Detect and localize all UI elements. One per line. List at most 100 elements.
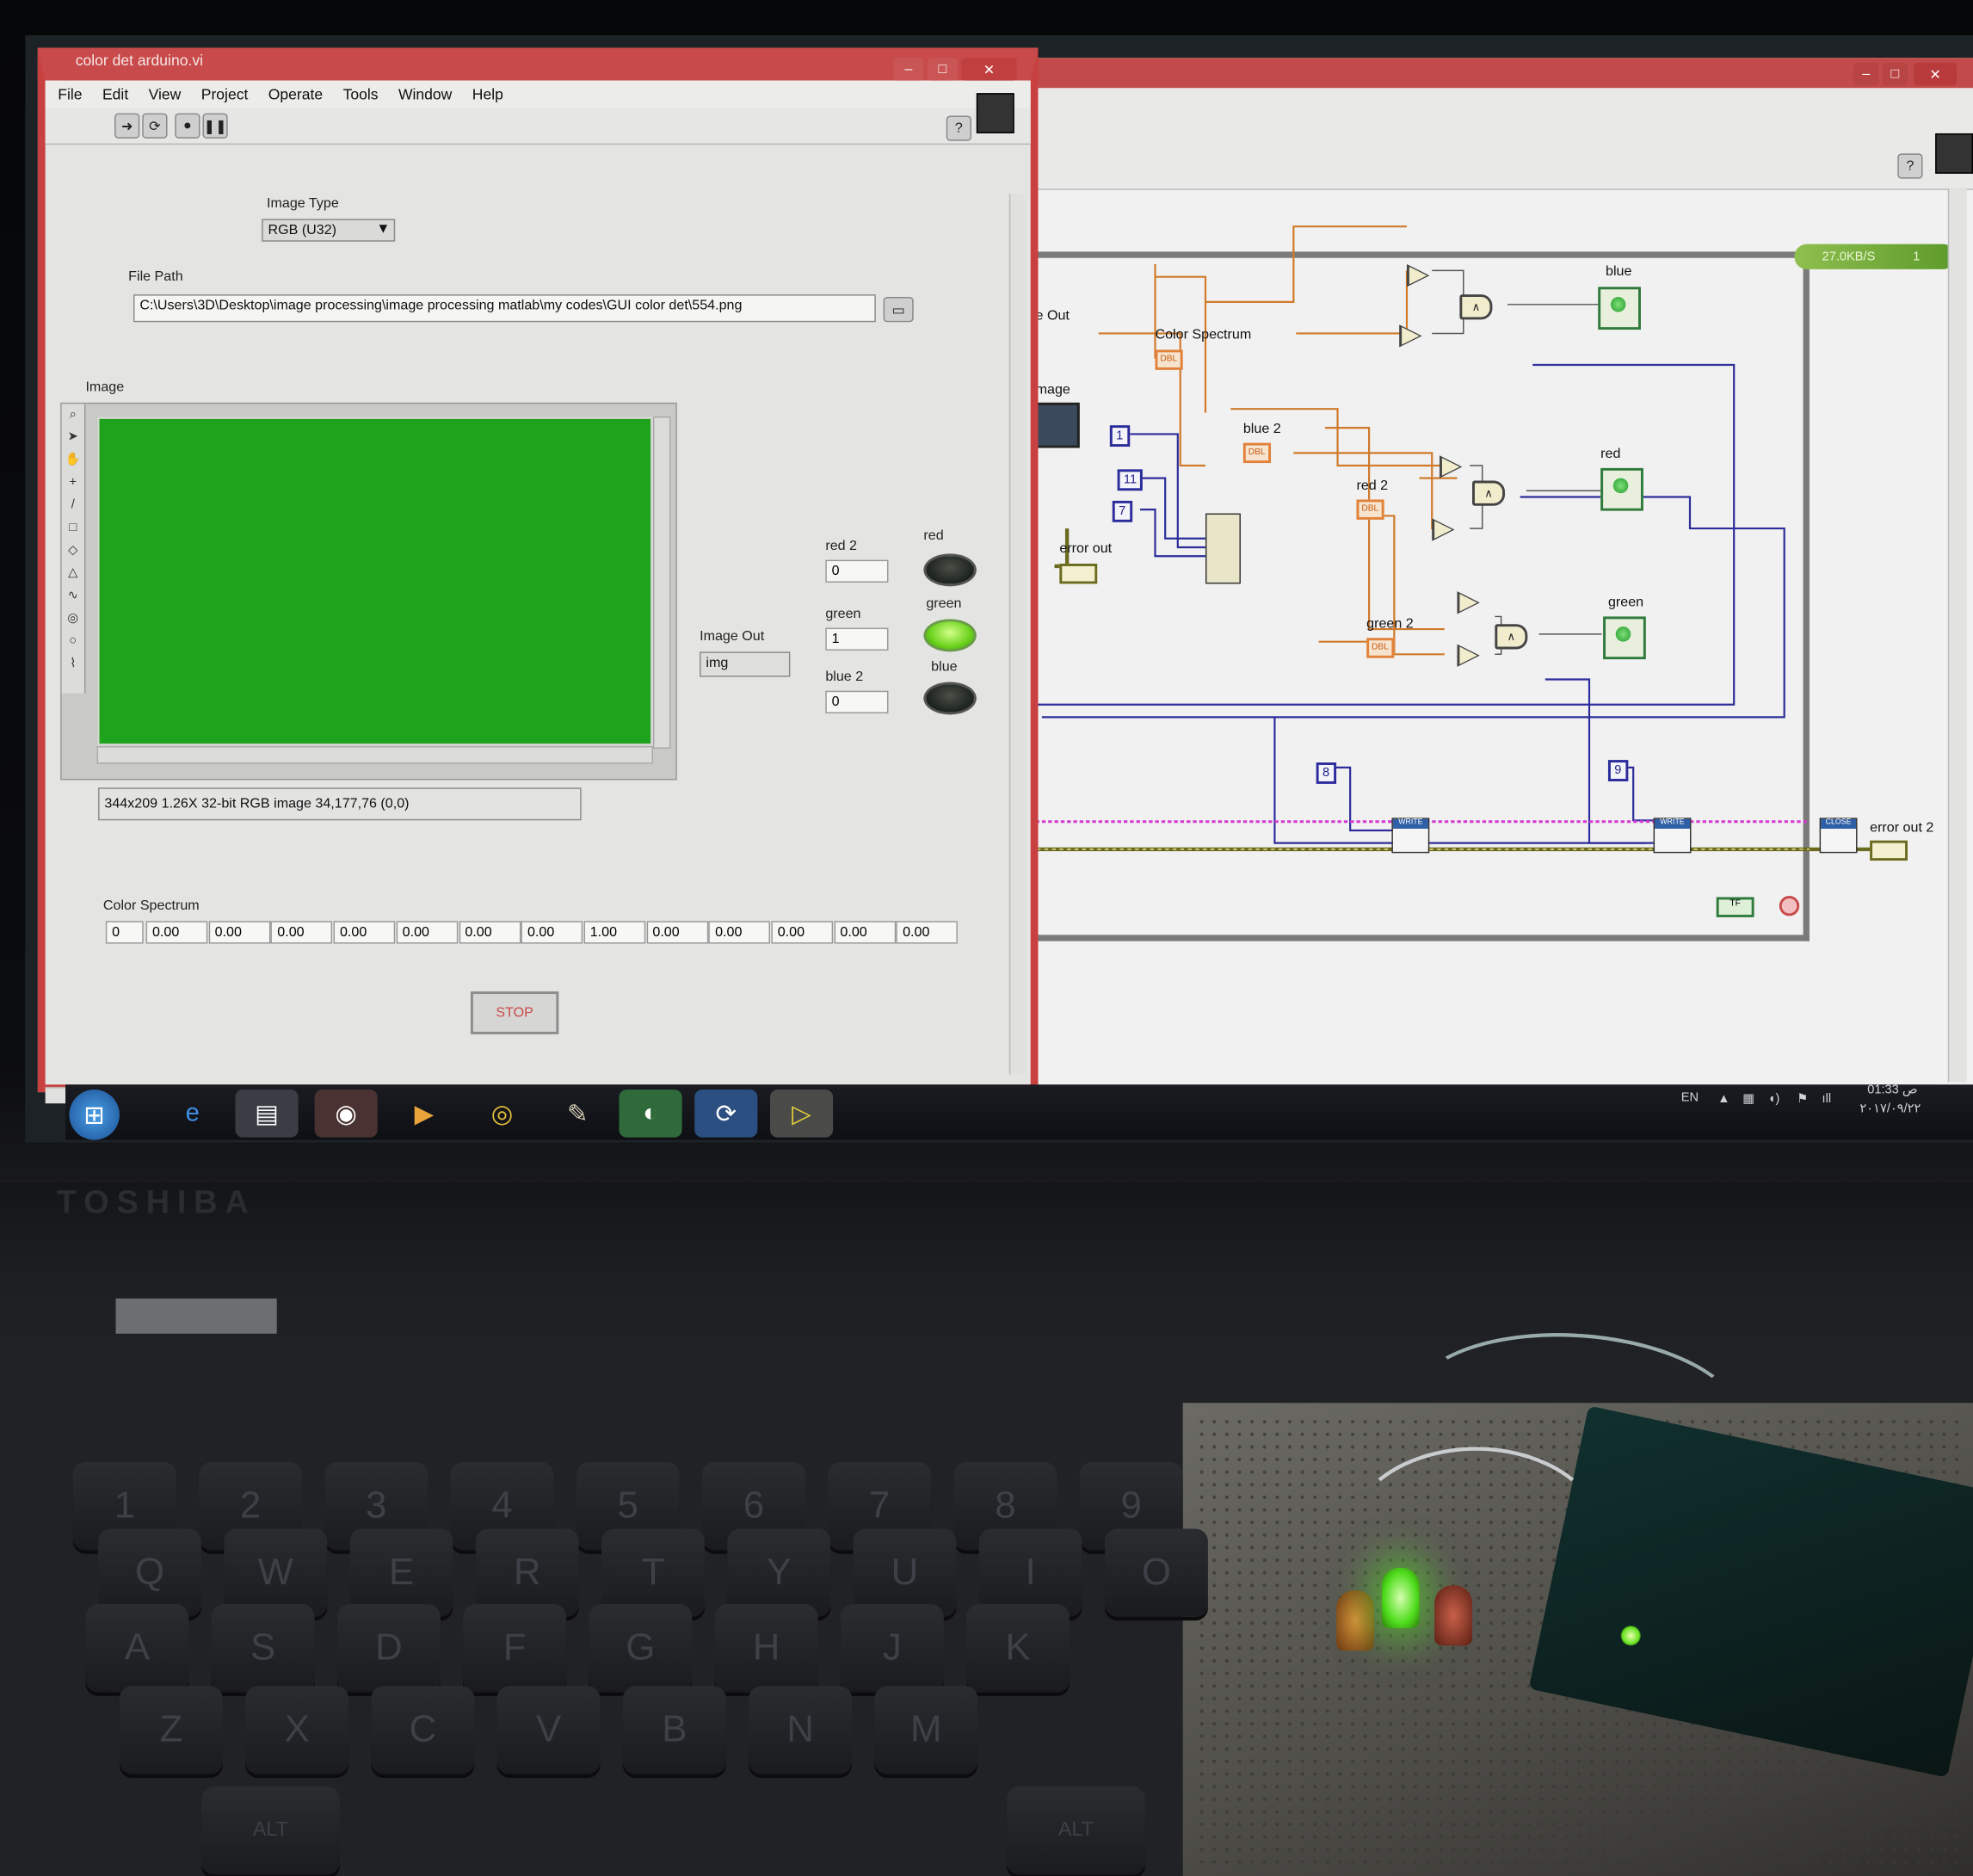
color-spectrum-element[interactable]: 0.00	[771, 921, 834, 944]
oval-icon[interactable]: ○	[62, 631, 84, 653]
and-gate-3[interactable]: ∧	[1495, 624, 1528, 650]
comparison-greater-2[interactable]	[1399, 324, 1422, 348]
image-type-dropdown[interactable]: RGB (U32) ▼	[262, 219, 396, 242]
file-explorer-icon[interactable]: ▤	[235, 1089, 299, 1138]
labview-icon[interactable]: ▷	[769, 1089, 834, 1138]
blue2-terminal[interactable]: DBL	[1242, 442, 1271, 464]
chrome-icon[interactable]: ◎	[471, 1089, 533, 1138]
volume-icon[interactable]: ◖)	[1768, 1092, 1780, 1106]
maximize-icon[interactable]: □	[927, 58, 958, 81]
broken-line-icon[interactable]: ⌇	[62, 653, 84, 676]
zoom-icon[interactable]: ⌕	[62, 404, 84, 426]
internet-explorer-icon[interactable]: e	[161, 1089, 224, 1138]
media-player-icon[interactable]: ▶	[392, 1089, 455, 1138]
start-icon[interactable]: ⊞	[69, 1089, 120, 1140]
image-horizontal-scrollbar[interactable]	[96, 746, 653, 764]
pan-icon[interactable]: ✋	[62, 449, 84, 472]
signal-icon[interactable]: ıll	[1822, 1092, 1832, 1106]
run-arrow-icon[interactable]: ➜	[114, 113, 140, 139]
color-spectrum-element[interactable]: 0.00	[459, 921, 521, 944]
error-out-terminal[interactable]	[1059, 564, 1098, 584]
comparison-greater-4[interactable]	[1432, 518, 1455, 541]
constant-8[interactable]: 8	[1316, 762, 1336, 784]
color-spectrum-element[interactable]: 0.00	[396, 921, 459, 944]
clock-time[interactable]: 01:33 ص	[1867, 1083, 1917, 1097]
color-spectrum-element[interactable]: 0.00	[270, 921, 333, 944]
maximize-icon[interactable]: □	[1882, 63, 1908, 86]
comparison-greater-6[interactable]	[1457, 644, 1480, 667]
file-path-input[interactable]: C:\Users\3D\Desktop\image processing\ima…	[133, 294, 876, 323]
image-vertical-scrollbar[interactable]	[652, 416, 671, 749]
rotated-rect-icon[interactable]: ◇	[62, 540, 84, 562]
close-icon[interactable]: ✕	[961, 58, 1017, 81]
block-diagram-titlebar[interactable]	[1029, 58, 1973, 88]
menu-file[interactable]: File	[58, 85, 82, 102]
constant-7[interactable]: 7	[1112, 500, 1132, 522]
minimize-icon[interactable]: –	[1853, 63, 1879, 86]
front-panel-vertical-scrollbar[interactable]	[1008, 194, 1026, 1075]
line-icon[interactable]: /	[62, 495, 84, 517]
rectangle-icon[interactable]: □	[62, 517, 84, 540]
menu-window[interactable]: Window	[398, 85, 452, 102]
color-spectrum-element[interactable]: 0.00	[208, 921, 270, 944]
abort-icon[interactable]: ●	[175, 113, 200, 139]
color-spectrum-element[interactable]: 0.00	[708, 921, 771, 944]
color-spectrum-element[interactable]: 0.00	[333, 921, 396, 944]
help-icon[interactable]: ?	[946, 115, 971, 141]
boolean-constant[interactable]: TF	[1716, 897, 1754, 917]
browse-folder-icon[interactable]: ▭	[883, 297, 914, 323]
constant-1[interactable]: 1	[1109, 425, 1130, 447]
index-array-node[interactable]	[1205, 513, 1241, 584]
arduino-close-node[interactable]: CLOSE	[1819, 818, 1858, 854]
matlab-icon[interactable]: ◐	[619, 1089, 682, 1138]
action-center-icon[interactable]: ⚑	[1797, 1092, 1808, 1106]
stop-button[interactable]: STOP	[470, 991, 559, 1034]
color-spectrum-element[interactable]: 0.00	[646, 921, 708, 944]
annulus-icon[interactable]: ◎	[62, 608, 84, 630]
firefox-icon[interactable]: ◉	[314, 1089, 378, 1138]
image-out-control[interactable]: img	[700, 651, 791, 677]
network-icon[interactable]: ▦	[1742, 1092, 1754, 1106]
color-spectrum-element[interactable]: 0.00	[896, 921, 959, 944]
menu-view[interactable]: View	[149, 85, 182, 102]
error-out2-terminal[interactable]	[1870, 840, 1908, 861]
color-spectrum-index[interactable]: 0	[105, 921, 144, 944]
comparison-greater-3[interactable]	[1439, 455, 1463, 478]
constant-11[interactable]: 11	[1117, 469, 1144, 491]
color-spectrum-element[interactable]: 0.00	[145, 921, 208, 944]
arduino-write-node-2[interactable]: WRITE	[1653, 818, 1692, 854]
menu-operate[interactable]: Operate	[268, 85, 323, 102]
red2-terminal[interactable]: DBL	[1356, 499, 1384, 520]
pause-icon[interactable]: ❚❚	[202, 113, 228, 139]
polygon-icon[interactable]: △	[62, 563, 84, 585]
show-hidden-icons-icon[interactable]: ▲	[1717, 1092, 1729, 1106]
loop-condition-terminal[interactable]	[1779, 896, 1800, 916]
constant-9[interactable]: 9	[1607, 760, 1628, 781]
minimize-icon[interactable]: –	[893, 58, 924, 81]
close-icon[interactable]: ✕	[1914, 63, 1958, 86]
run-continuously-icon[interactable]: ⟳	[142, 113, 168, 139]
paint-icon[interactable]: ✎	[546, 1089, 609, 1138]
image-canvas[interactable]	[96, 416, 653, 747]
color-spectrum-element[interactable]: 0.00	[521, 921, 583, 944]
sync-icon[interactable]: ⟳	[694, 1089, 758, 1138]
color-spectrum-element[interactable]: 0.00	[834, 921, 896, 944]
and-gate-2[interactable]: ∧	[1472, 480, 1506, 506]
image-display[interactable]: ⌕ ➤ ✋ + / □ ◇ △ ∿ ◎ ○ ⌇	[60, 402, 677, 781]
menu-edit[interactable]: Edit	[102, 85, 128, 102]
color-spectrum-terminal[interactable]: DBL	[1155, 349, 1183, 370]
red-indicator-terminal[interactable]	[1600, 467, 1643, 511]
blue-indicator-terminal[interactable]	[1598, 287, 1641, 330]
comparison-greater-1[interactable]	[1406, 264, 1430, 287]
freehand-icon[interactable]: ∿	[62, 585, 84, 608]
green-indicator-terminal[interactable]	[1603, 616, 1646, 660]
vertical-scrollbar[interactable]	[1947, 188, 1967, 1083]
arduino-write-node-1[interactable]: WRITE	[1391, 818, 1430, 854]
language-indicator[interactable]: EN	[1681, 1091, 1699, 1105]
comparison-greater-5[interactable]	[1457, 591, 1480, 614]
pointer-icon[interactable]: ➤	[62, 427, 84, 449]
image-terminal[interactable]	[1034, 402, 1080, 448]
color-spectrum-element[interactable]: 1.00	[583, 921, 646, 944]
clock-date[interactable]: ٢٠١٧/٠٩/٢٢	[1859, 1102, 1921, 1116]
point-icon[interactable]: +	[62, 472, 84, 494]
